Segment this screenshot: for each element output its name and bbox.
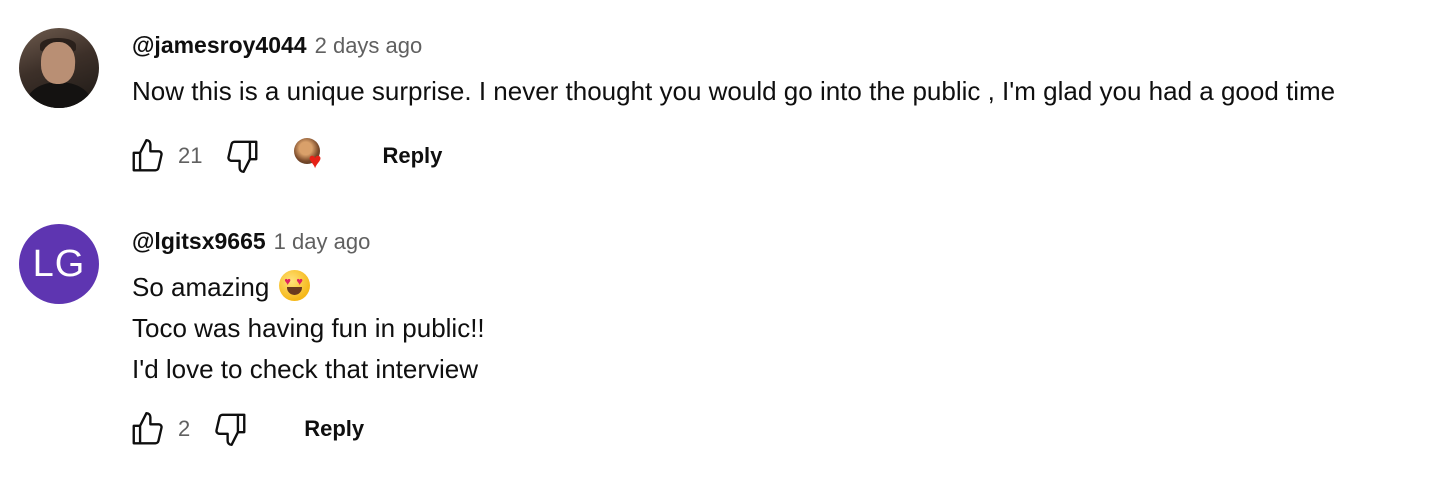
creator-heart-badge: ♥: [294, 138, 330, 174]
like-button[interactable]: [128, 409, 168, 449]
like-count: 2: [178, 416, 191, 441]
comment-header: @jamesroy4044 2 days ago: [132, 32, 422, 59]
comment-text-line: I'd love to check that interview: [132, 354, 479, 384]
thumbs-down-icon: [215, 413, 246, 447]
avatar[interactable]: [19, 28, 99, 108]
heart-icon: ♥: [308, 148, 322, 173]
heart-eyes-emoji-icon: ♥ ♥: [279, 270, 311, 301]
comment-actions: 21 ♥ Reply: [128, 136, 442, 176]
thumbs-up-icon: [132, 411, 163, 445]
timestamp[interactable]: 1 day ago: [274, 229, 371, 255]
comment-text-line: Now this is a unique surprise. I never t…: [132, 76, 1336, 106]
avatar-initials: LG: [32, 242, 86, 285]
like-count: 21: [178, 143, 203, 168]
dislike-button[interactable]: [210, 409, 250, 449]
avatar[interactable]: LG: [19, 224, 99, 304]
thumbs-up-icon: [132, 138, 163, 172]
comment-header: @lgitsx9665 1 day ago: [132, 228, 370, 255]
comment-text: Now this is a unique surprise. I never t…: [132, 71, 1335, 112]
comment-actions: 2 Reply: [128, 409, 364, 449]
comment-text: So amazing ♥ ♥ Toco was having fun in publ…: [132, 267, 485, 390]
author-name[interactable]: @lgitsx9665: [132, 228, 266, 255]
thumbs-down-icon: [227, 140, 258, 174]
timestamp[interactable]: 2 days ago: [315, 33, 423, 59]
dislike-button[interactable]: [222, 136, 262, 176]
comment-text-line: So amazing ♥ ♥: [132, 267, 485, 308]
reply-button[interactable]: Reply: [304, 416, 364, 442]
reply-button[interactable]: Reply: [382, 143, 442, 169]
like-button[interactable]: [128, 136, 168, 176]
author-name[interactable]: @jamesroy4044: [132, 32, 307, 59]
comment-text-line: Toco was having fun in public!!: [132, 313, 485, 343]
